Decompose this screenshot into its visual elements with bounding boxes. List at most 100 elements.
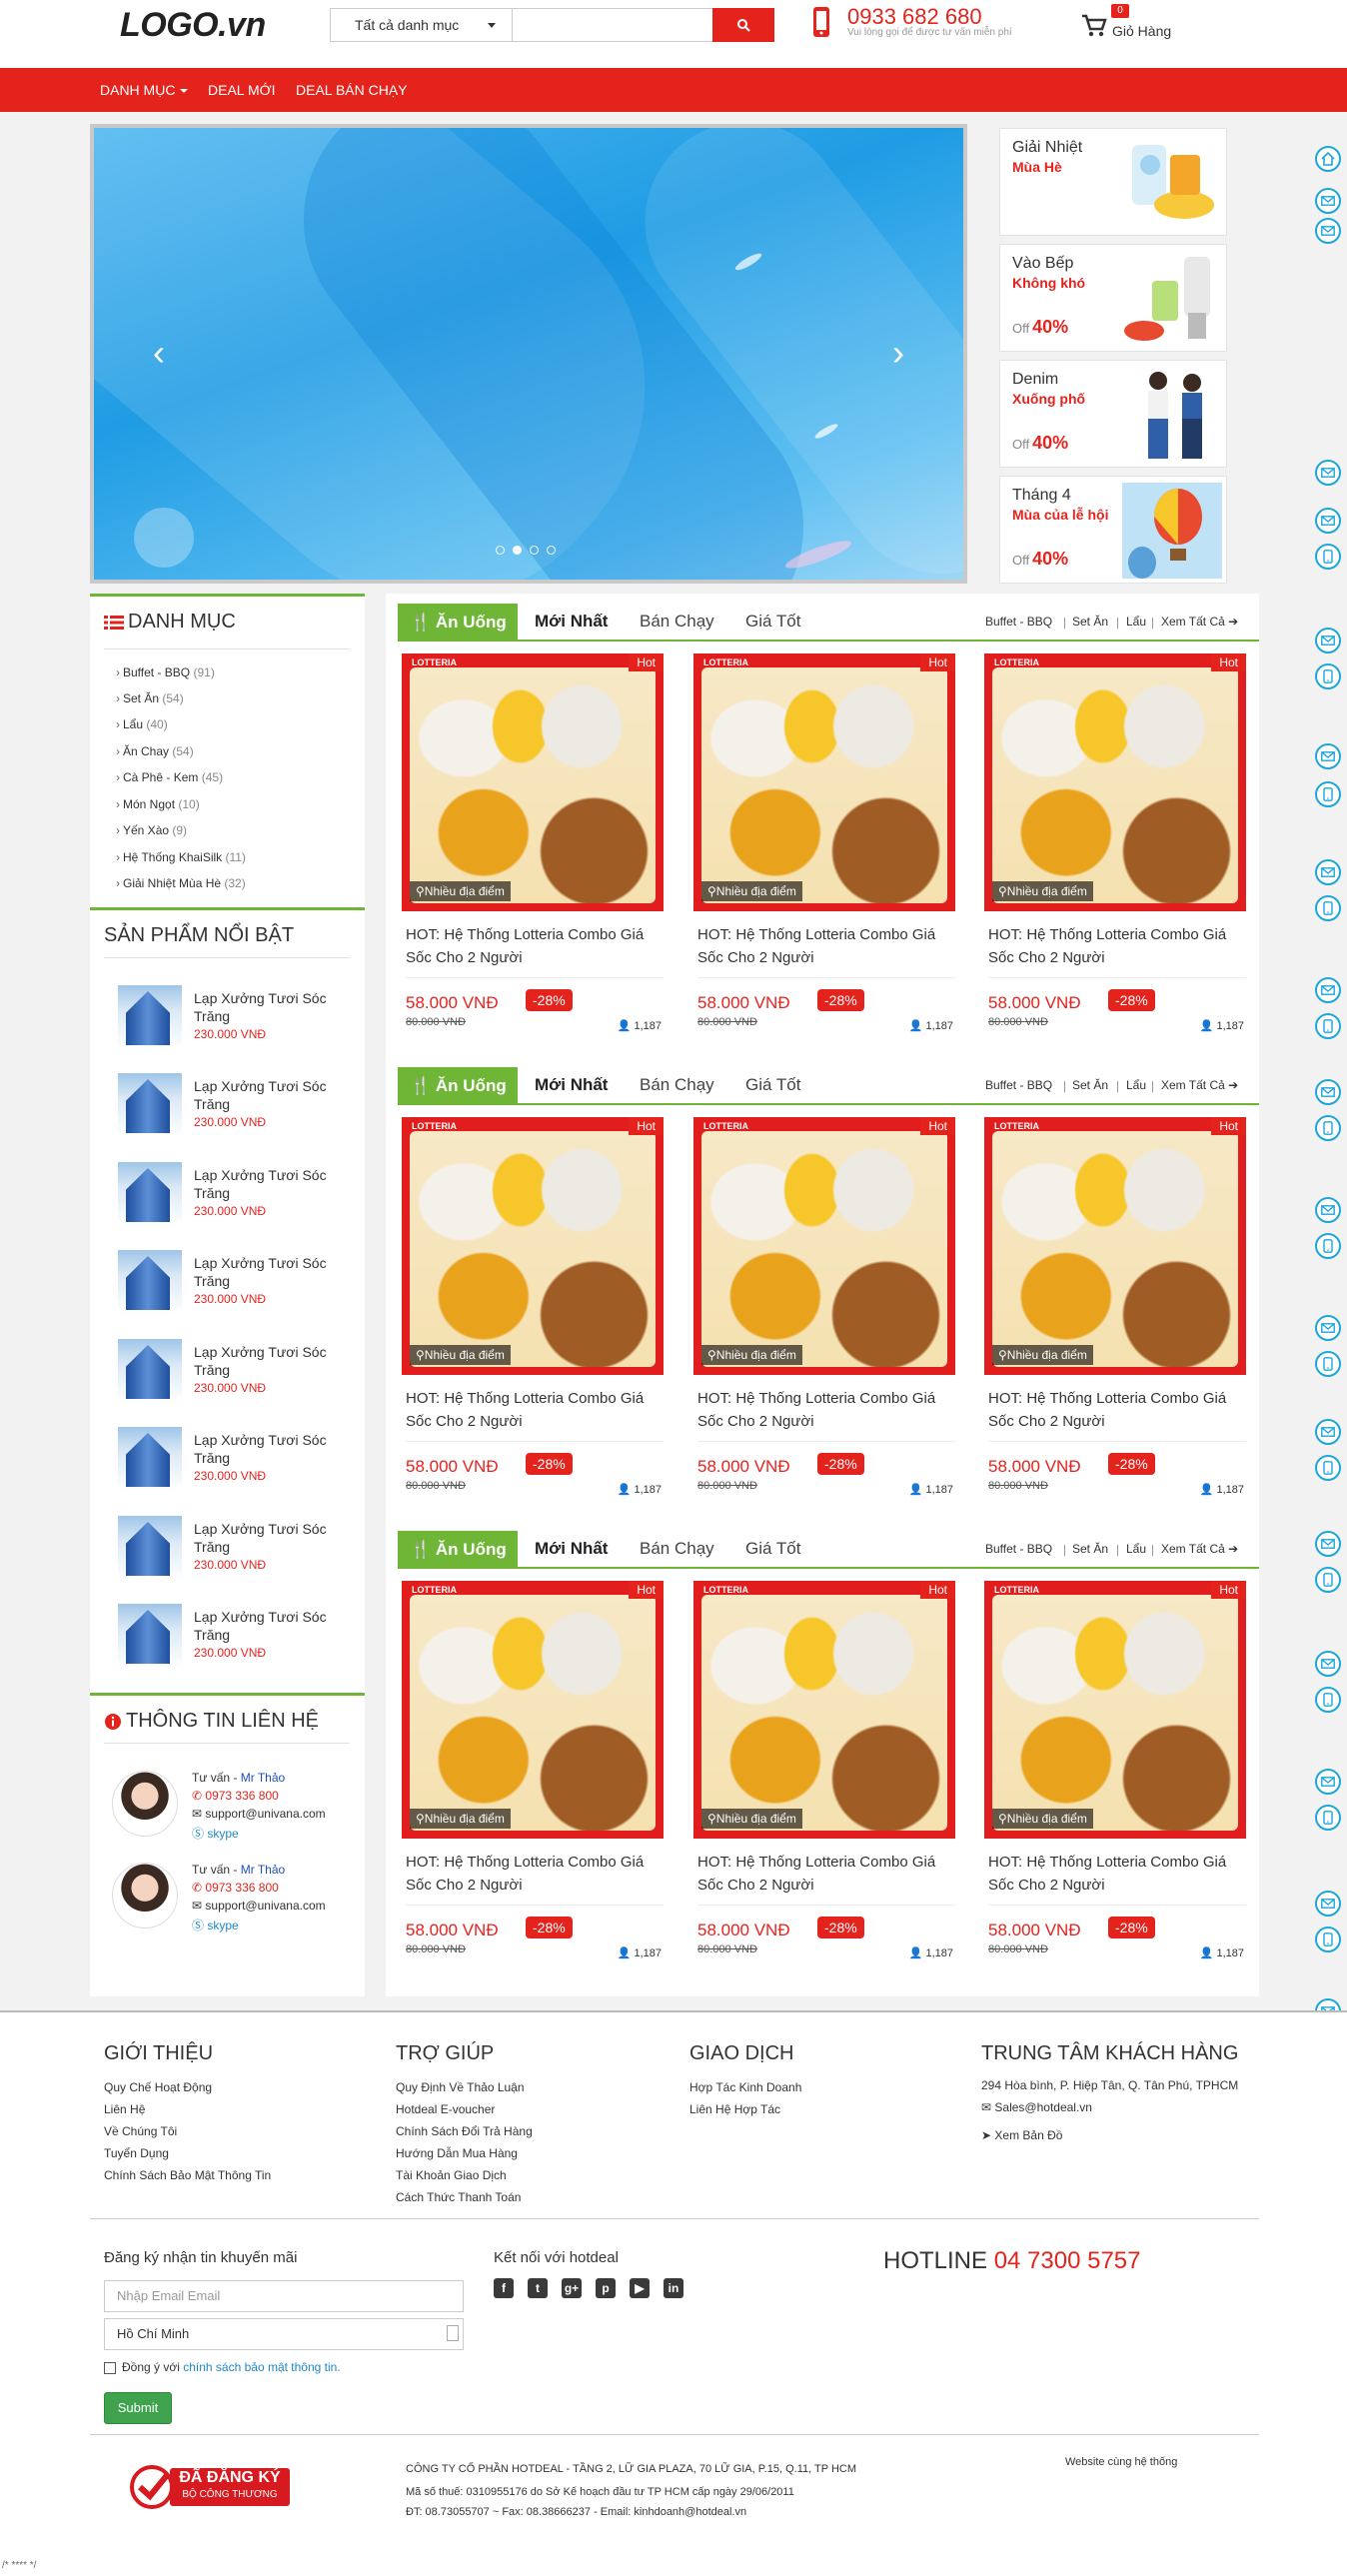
section-view-all-link[interactable]: Xem Tất Cả ➔ <box>1161 604 1238 642</box>
footer-link[interactable]: Liên Hệ <box>104 2102 145 2116</box>
envelope-float-button[interactable] <box>1315 1651 1341 1677</box>
nav-item-deal-ban-chay[interactable]: DEAL BÁN CHẠY <box>296 68 408 112</box>
section-link-set-an[interactable]: Set Ăn <box>1072 1067 1108 1105</box>
envelope-float-button[interactable] <box>1315 1531 1341 1557</box>
submit-button[interactable]: Submit <box>104 2392 172 2424</box>
product-image[interactable]: LOTTERIA ⚲Nhiều địa điểm <box>693 653 955 911</box>
tab-best-selling[interactable]: Bán Chạy <box>640 1067 714 1105</box>
envelope-float-button[interactable] <box>1315 1079 1341 1105</box>
promo-banner[interactable]: Tháng 4 Mùa của lễ hội Off 40% <box>999 476 1227 584</box>
product-image[interactable]: LOTTERIA ⚲Nhiều địa điểm <box>402 653 664 911</box>
linkedin-icon[interactable]: in <box>664 2278 683 2298</box>
section-view-all-link[interactable]: Xem Tất Cả ➔ <box>1161 1531 1238 1569</box>
envelope-float-button[interactable] <box>1315 460 1341 486</box>
featured-product[interactable]: Lạp Xưởng Tươi Sóc Trăng 230.000 VNĐ <box>118 985 358 1065</box>
youtube-icon[interactable]: ▶ <box>630 2278 650 2298</box>
mobile-float-button[interactable] <box>1315 1927 1341 1952</box>
section-tag[interactable]: 🍴 Ăn Uống <box>398 604 518 642</box>
footer-link[interactable]: Tuyển Dụng <box>104 2146 169 2160</box>
product-image[interactable]: LOTTERIA ⚲Nhiều địa điểm <box>984 1581 1246 1839</box>
promo-banner[interactable]: Denim Xuống phố Off 40% <box>999 360 1227 468</box>
registered-stamp[interactable]: ĐÃ ĐĂNG KÝ BỘ CÔNG THƯƠNG <box>130 2462 292 2512</box>
envelope-float-button[interactable] <box>1315 1891 1341 1917</box>
section-link-lau[interactable]: Lẩu <box>1126 1067 1146 1105</box>
category-item[interactable]: Yến Xào (9) <box>116 823 187 837</box>
product-title[interactable]: HOT: Hệ Thống Lotteria Combo Giá Sốc Cho… <box>406 1387 664 1433</box>
envelope-float-button[interactable] <box>1315 743 1341 769</box>
section-tag[interactable]: 🍴 Ăn Uống <box>398 1067 518 1105</box>
product-title[interactable]: HOT: Hệ Thống Lotteria Combo Giá Sốc Cho… <box>988 1387 1246 1433</box>
search-category-select[interactable]: Tất cả danh mục <box>331 9 513 41</box>
footer-link[interactable]: Tài Khoản Giao Dịch <box>396 2168 507 2182</box>
footer-email[interactable]: ✉ Sales@hotdeal.vn <box>981 2100 1092 2114</box>
section-view-all-link[interactable]: Xem Tất Cả ➔ <box>1161 1067 1238 1105</box>
product-card[interactable]: LOTTERIA ⚲Nhiều địa điểm Hot HOT: Hệ Thống … <box>980 1111 1256 1527</box>
newsletter-email-input[interactable]: Nhập Email Email <box>104 2280 464 2312</box>
category-item[interactable]: Hệ Thống KhaiSilk (11) <box>116 850 246 864</box>
featured-product[interactable]: Lạp Xưởng Tươi Sóc Trăng 230.000 VNĐ <box>118 1162 358 1242</box>
product-title[interactable]: HOT: Hệ Thống Lotteria Combo Giá Sốc Cho… <box>406 1851 664 1897</box>
search-button[interactable] <box>712 8 774 42</box>
product-title[interactable]: HOT: Hệ Thống Lotteria Combo Giá Sốc Cho… <box>988 1851 1246 1897</box>
section-link-set-an[interactable]: Set Ăn <box>1072 604 1108 642</box>
footer-link[interactable]: Hợp Tác Kinh Doanh <box>689 2080 801 2094</box>
featured-product[interactable]: Lạp Xưởng Tươi Sóc Trăng 230.000 VNĐ <box>118 1604 358 1684</box>
product-image[interactable]: LOTTERIA ⚲Nhiều địa điểm <box>402 1117 664 1375</box>
footer-link[interactable]: Hướng Dẫn Mua Hàng <box>396 2146 518 2160</box>
tab-best-selling[interactable]: Bán Chạy <box>640 1531 714 1569</box>
contact-skype[interactable]: Ⓢ skype <box>192 1917 239 1933</box>
product-card[interactable]: LOTTERIA ⚲Nhiều địa điểm Hot HOT: Hệ Thống … <box>980 1575 1256 1990</box>
nav-item-danh-muc[interactable]: DANH MỤC <box>100 68 189 112</box>
featured-product[interactable]: Lạp Xưởng Tươi Sóc Trăng 230.000 VNĐ <box>118 1427 358 1507</box>
mobile-float-button[interactable] <box>1315 1455 1341 1481</box>
envelope-float-button[interactable] <box>1315 188 1341 214</box>
mobile-float-button[interactable] <box>1315 781 1341 807</box>
envelope-float-button[interactable] <box>1315 977 1341 1003</box>
contact-phone[interactable]: ✆ 0973 336 800 <box>192 1881 279 1895</box>
section-link-set-an[interactable]: Set Ăn <box>1072 1531 1108 1569</box>
envelope-float-button[interactable] <box>1315 218 1341 244</box>
slider-dot[interactable] <box>496 546 505 555</box>
product-title[interactable]: HOT: Hệ Thống Lotteria Combo Giá Sốc Cho… <box>697 1851 955 1897</box>
tab-newest[interactable]: Mới Nhất <box>535 604 608 642</box>
product-image[interactable]: LOTTERIA ⚲Nhiều địa điểm <box>402 1581 664 1839</box>
slider-dot[interactable] <box>530 546 539 555</box>
mobile-float-button[interactable] <box>1315 895 1341 921</box>
featured-product[interactable]: Lạp Xưởng Tươi Sóc Trăng 230.000 VNĐ <box>118 1339 358 1419</box>
envelope-float-button[interactable] <box>1315 1769 1341 1795</box>
category-item[interactable]: Giải Nhiệt Mùa Hè (32) <box>116 876 246 890</box>
section-link-lau[interactable]: Lẩu <box>1126 1531 1146 1569</box>
product-card[interactable]: LOTTERIA ⚲Nhiều địa điểm Hot HOT: Hệ Thống … <box>398 1111 674 1527</box>
category-item[interactable]: Món Ngọt (10) <box>116 797 200 811</box>
footer-link[interactable]: Quy Chế Hoạt Động <box>104 2080 212 2094</box>
product-card[interactable]: LOTTERIA ⚲Nhiều địa điểm Hot HOT: Hệ Thống … <box>689 1575 965 1990</box>
envelope-float-button[interactable] <box>1315 628 1341 653</box>
mobile-float-button[interactable] <box>1315 1687 1341 1713</box>
section-link-buffet[interactable]: Buffet - BBQ <box>985 1067 1052 1105</box>
slider-next-arrow[interactable]: › <box>883 335 913 371</box>
category-item[interactable]: Cà Phê - Kem (45) <box>116 770 223 784</box>
category-item[interactable]: Ăn Chay (54) <box>116 744 194 758</box>
category-item[interactable]: Lẩu (40) <box>116 717 168 731</box>
envelope-float-button[interactable] <box>1315 1197 1341 1223</box>
mobile-float-button[interactable] <box>1315 1351 1341 1377</box>
contact-phone[interactable]: ✆ 0973 336 800 <box>192 1789 279 1803</box>
mobile-float-button[interactable] <box>1315 544 1341 570</box>
footer-map-link[interactable]: ➤ Xem Bản Đồ <box>981 2128 1062 2142</box>
product-card[interactable]: LOTTERIA ⚲Nhiều địa điểm Hot HOT: Hệ Thống … <box>398 647 674 1063</box>
footer-link[interactable]: Về Chúng Tôi <box>104 2124 177 2138</box>
featured-product[interactable]: Lạp Xưởng Tươi Sóc Trăng 230.000 VNĐ <box>118 1250 358 1330</box>
product-title[interactable]: HOT: Hệ Thống Lotteria Combo Giá Sốc Cho… <box>697 1387 955 1433</box>
search-input[interactable] <box>513 9 712 41</box>
envelope-float-button[interactable] <box>1315 508 1341 534</box>
mobile-float-button[interactable] <box>1315 663 1341 689</box>
contact-skype[interactable]: Ⓢ skype <box>192 1825 239 1842</box>
tab-best-selling[interactable]: Bán Chạy <box>640 604 714 642</box>
category-item[interactable]: Set Ăn (54) <box>116 691 184 705</box>
promo-banner[interactable]: Vào Bếp Không khó Off 40% <box>999 244 1227 352</box>
section-link-lau[interactable]: Lẩu <box>1126 604 1146 642</box>
partner-sites[interactable]: Website cùng hệ thống <box>1065 2456 1177 2468</box>
footer-link[interactable]: Chính Sách Bảo Mật Thông Tin <box>104 2168 271 2182</box>
hero-slider[interactable]: ‹ › <box>90 124 967 584</box>
section-link-buffet[interactable]: Buffet - BBQ <box>985 604 1052 642</box>
